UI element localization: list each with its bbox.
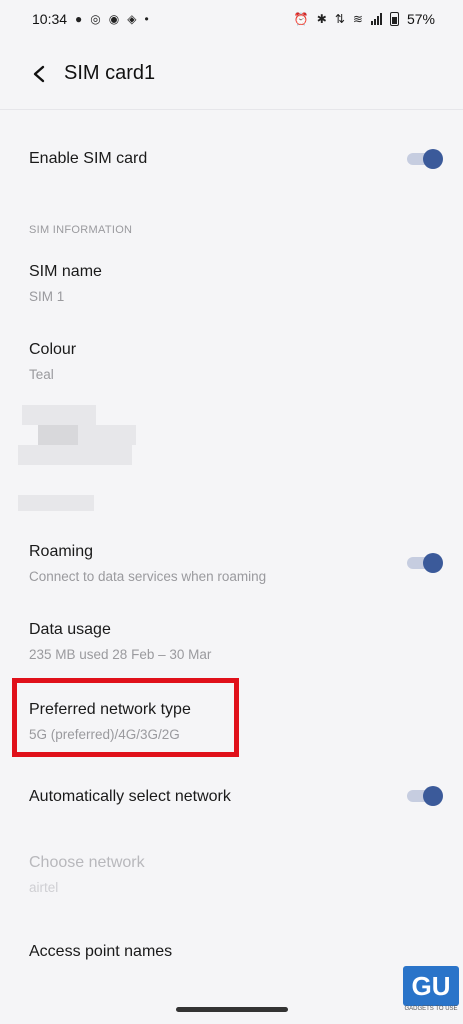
status-bar: 10:34 ● ◎ ◉ ◈ • ⏰ ✱ ⇅ ≋ 57% <box>0 0 463 38</box>
toggle-thumb <box>423 786 443 806</box>
bluetooth-icon: ✱ <box>316 12 327 26</box>
page-title: SIM card1 <box>64 62 156 84</box>
data-usage-row[interactable]: Data usage 235 MB used 28 Feb – 30 Mar <box>29 621 443 662</box>
toggle-thumb <box>423 149 443 169</box>
roaming-toggle[interactable] <box>407 553 443 573</box>
enable-sim-toggle[interactable] <box>407 149 443 169</box>
roaming-label: Roaming <box>29 543 94 560</box>
redacted-block <box>22 405 96 425</box>
wifi-icon: ≋ <box>352 12 363 26</box>
toggle-thumb <box>423 553 443 573</box>
lte-icon: ⇅ <box>334 12 345 26</box>
roaming-row[interactable]: Roaming Connect to data services when ro… <box>29 543 443 584</box>
roaming-description: Connect to data services when roaming <box>29 569 267 584</box>
sim-name-value: SIM 1 <box>29 289 65 304</box>
status-right: ⏰ ✱ ⇅ ≋ 57% <box>294 11 435 27</box>
battery-percent: 57% <box>406 11 435 27</box>
redacted-block <box>18 445 132 465</box>
highlight-box <box>12 678 239 757</box>
instagram-icon: ◎ <box>90 12 101 26</box>
back-arrow-icon[interactable] <box>30 65 48 83</box>
choose-network-row: Choose network airtel <box>29 854 443 895</box>
colour-value: Teal <box>29 367 54 382</box>
enable-sim-label: Enable SIM card <box>29 150 148 167</box>
enable-sim-row[interactable]: Enable SIM card <box>29 150 443 168</box>
data-usage-value: 235 MB used 28 Feb – 30 Mar <box>29 647 212 662</box>
choose-network-value: airtel <box>29 880 59 895</box>
auto-select-network-label: Automatically select network <box>29 788 231 805</box>
gesture-nav-bar[interactable] <box>176 1007 288 1012</box>
choose-network-label: Choose network <box>29 854 145 871</box>
status-left: 10:34 ● ◎ ◉ ◈ • <box>32 11 149 27</box>
battery-icon <box>389 12 399 26</box>
location-pin-icon: ◈ <box>127 12 137 26</box>
redacted-block <box>78 425 136 445</box>
signal-icon <box>370 13 382 25</box>
app-header: SIM card1 <box>0 38 463 110</box>
dot-icon: • <box>144 12 149 26</box>
messenger-icon: ◉ <box>108 12 120 26</box>
colour-row[interactable]: Colour Teal <box>29 341 443 382</box>
chat-bubble-icon: ● <box>75 12 83 26</box>
redacted-block <box>38 425 78 445</box>
alarm-icon: ⏰ <box>293 12 309 26</box>
sim-name-row[interactable]: SIM name SIM 1 <box>29 263 443 304</box>
auto-select-network-row[interactable]: Automatically select network <box>29 788 443 806</box>
watermark-caption: GADGETS TO USE <box>404 1006 458 1012</box>
data-usage-label: Data usage <box>29 621 111 638</box>
access-point-names-row[interactable]: Access point names <box>29 943 443 961</box>
section-label-sim-information: SIM INFORMATION <box>29 224 133 236</box>
auto-select-network-toggle[interactable] <box>407 786 443 806</box>
sim-name-label: SIM name <box>29 263 102 280</box>
redacted-block <box>18 495 94 511</box>
watermark-logo: GU <box>403 966 459 1006</box>
access-point-names-label: Access point names <box>29 943 173 960</box>
status-time: 10:34 <box>32 11 68 27</box>
colour-label: Colour <box>29 341 77 358</box>
